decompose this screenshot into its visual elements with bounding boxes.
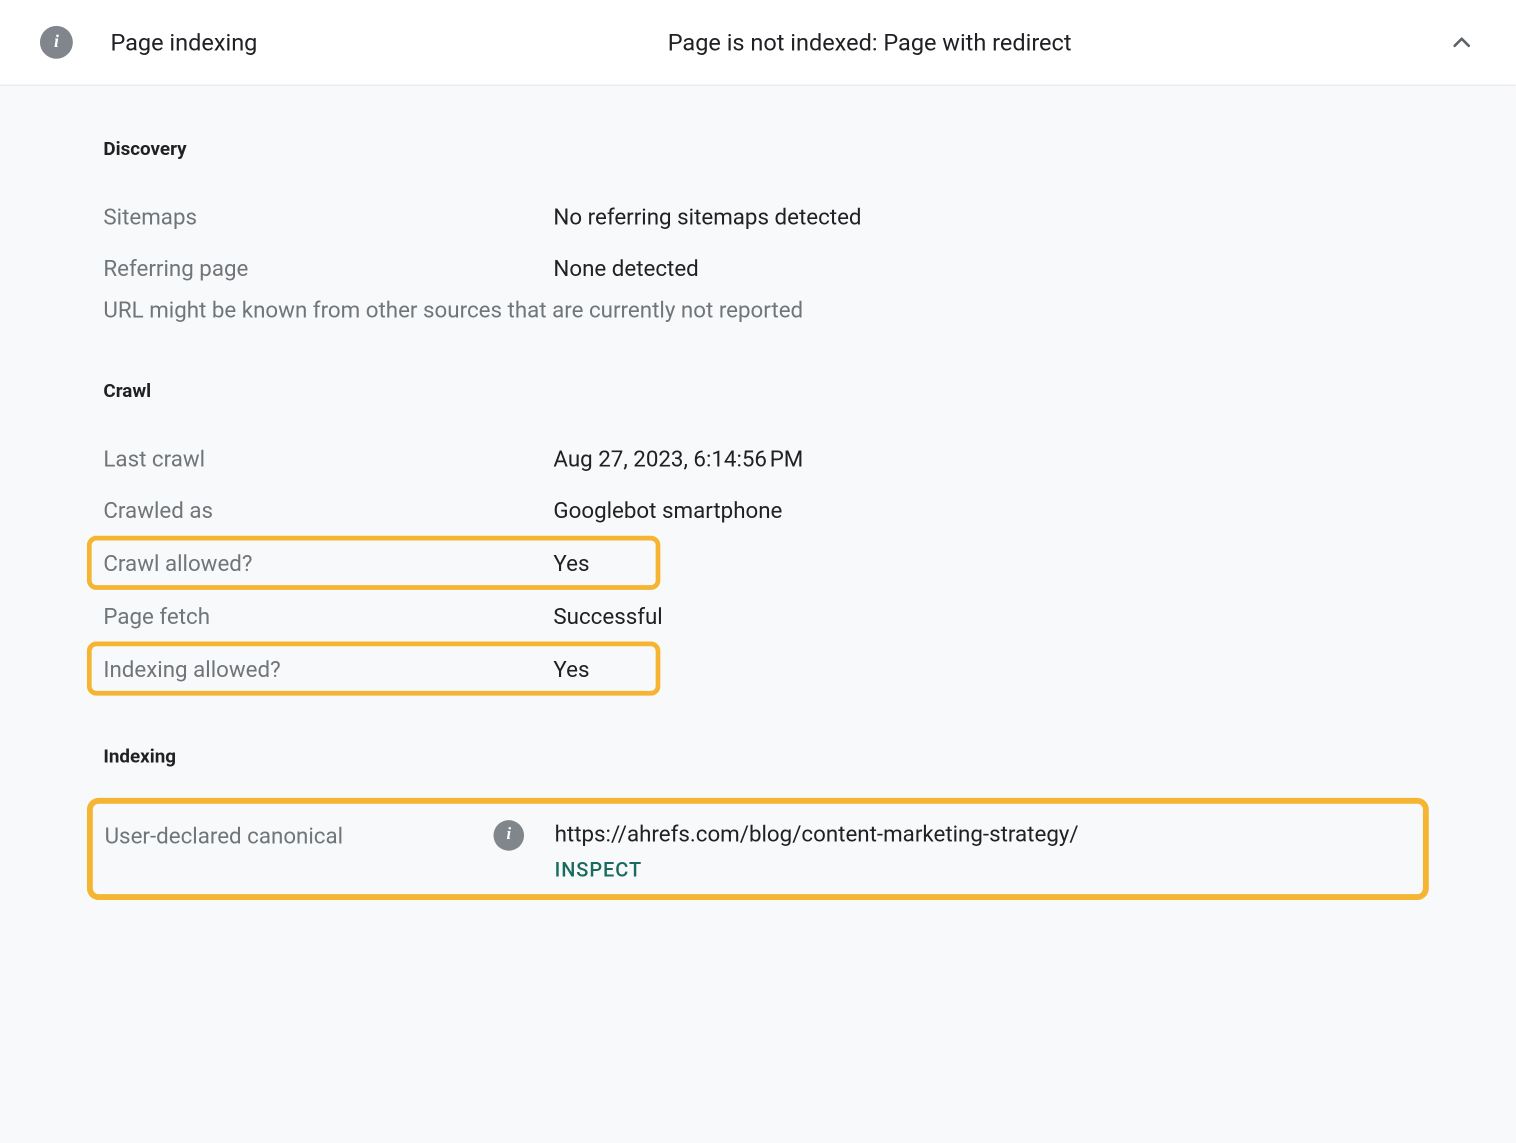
page-fetch-row: Page fetch Successful [103,590,1412,642]
canonical-url: https://ahrefs.com/blog/content-marketin… [555,815,1079,858]
crawl-allowed-row: Crawl allowed? Yes [87,536,660,590]
crawl-allowed-value: Yes [553,549,589,576]
indexing-allowed-row: Indexing allowed? Yes [87,642,660,696]
referring-page-row: Referring page None detected [103,242,1412,294]
sitemaps-row: Sitemaps No referring sitemaps detected [103,190,1412,242]
inspect-button[interactable]: INSPECT [555,859,1079,883]
referring-page-value: None detected [553,254,698,281]
crawled-as-value: Googlebot smartphone [553,496,782,523]
canonical-label: User-declared canonical [105,822,344,849]
header-title: Page indexing [110,28,667,56]
crawled-as-label: Crawled as [103,496,553,523]
sitemaps-value: No referring sitemaps detected [553,203,861,230]
referring-page-label: Referring page [103,254,553,281]
crawl-allowed-label: Crawl allowed? [103,549,553,576]
crawled-as-row: Crawled as Googlebot smartphone [103,484,1412,536]
last-crawl-value: Aug 27, 2023, 6:14:56 PM [553,445,803,472]
header-status: Page is not indexed: Page with redirect [668,28,1072,56]
page-indexing-header[interactable]: i Page indexing Page is not indexed: Pag… [0,0,1516,86]
page-fetch-label: Page fetch [103,602,553,629]
user-declared-canonical-row: User-declared canonical i https://ahrefs… [87,798,1429,900]
indexing-allowed-label: Indexing allowed? [103,655,553,682]
page-fetch-value: Successful [553,602,662,629]
crawl-heading: Crawl [103,380,1412,402]
indexing-heading: Indexing [103,745,1412,767]
info-icon[interactable]: i [493,820,524,851]
info-icon: i [40,26,73,59]
last-crawl-row: Last crawl Aug 27, 2023, 6:14:56 PM [103,432,1412,484]
sitemaps-label: Sitemaps [103,203,553,230]
discovery-heading: Discovery [103,137,1412,159]
last-crawl-label: Last crawl [103,445,553,472]
chevron-up-icon[interactable] [1448,28,1476,56]
discovery-note: URL might be known from other sources th… [103,296,1412,323]
indexing-allowed-value: Yes [553,655,589,682]
